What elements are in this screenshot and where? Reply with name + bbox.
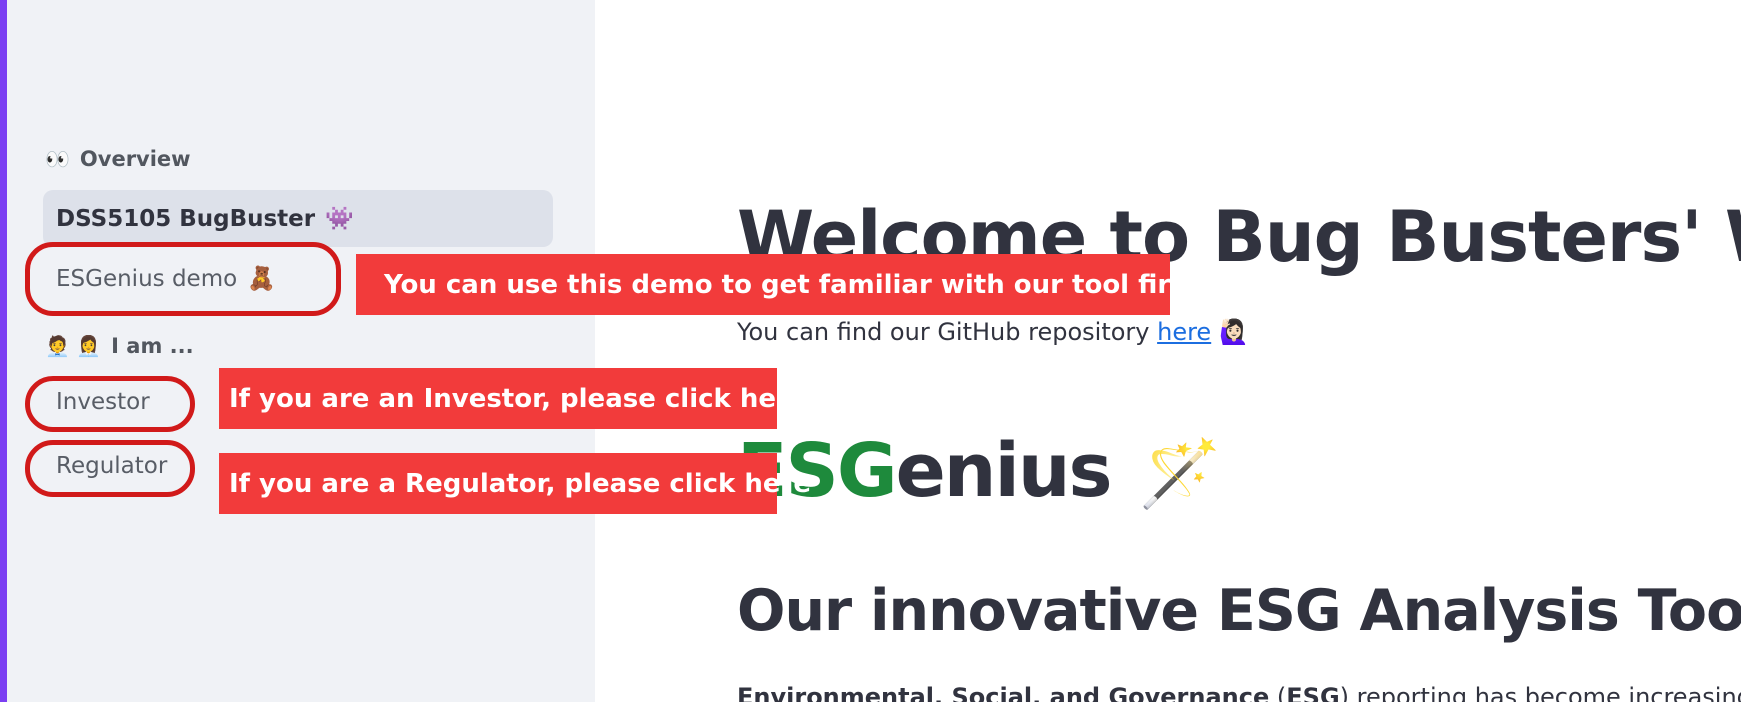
nav-item-label: Regulator <box>56 453 168 479</box>
nav-item-investor[interactable]: Investor <box>56 389 150 415</box>
nav-item-dss5105-bugbuster[interactable]: DSS5105 BugBuster 👾 <box>43 190 553 247</box>
magic-wand-icon: 🪄 <box>1138 435 1221 512</box>
nav-item-regulator[interactable]: Regulator <box>56 453 167 479</box>
nav-item-label: Investor <box>56 389 150 415</box>
section-heading-text: Our innovative ESG Analysis Tool <box>737 578 1741 644</box>
raising-hand-icon: 🙋🏻‍♀️ <box>1219 318 1250 346</box>
nav-item-esgenius-demo[interactable]: ESGenius demo 🧸 <box>56 265 276 293</box>
eyes-icon: 👀 <box>45 147 70 171</box>
app-window: 👀 Overview DSS5105 BugBuster 👾 ESGenius … <box>0 0 1741 702</box>
nav-section-i-am-label: I am ... <box>111 334 194 358</box>
alien-monster-icon: 👾 <box>325 206 354 232</box>
callout-investor: If you are an Investor, please click her… <box>219 368 806 429</box>
intro-mid: ( <box>1269 683 1287 702</box>
sidebar: 👀 Overview DSS5105 BugBuster 👾 ESGenius … <box>7 0 595 702</box>
brand-rest: enius <box>895 428 1113 514</box>
teddy-bear-icon: 🧸 <box>247 266 276 292</box>
nav-section-overview-label: Overview <box>79 147 191 171</box>
nav-section-overview: 👀 Overview <box>45 147 191 171</box>
intro-bold: Environmental, Social, and Governance <box>737 683 1270 702</box>
github-repo-link[interactable]: here <box>1157 318 1211 346</box>
office-workers-icon: 🧑‍💼 👩‍💼 <box>45 334 102 358</box>
repo-line: You can find our GitHub repository here 🙋… <box>737 318 1249 346</box>
section-heading: Our innovative ESG Analysis Tool📊 <box>737 578 1741 644</box>
intro-bold2: ESG <box>1286 683 1340 702</box>
nav-item-label: ESGenius demo <box>56 265 238 292</box>
callout-demo: You can use this demo to get familiar wi… <box>356 254 1198 315</box>
nav-section-i-am: 🧑‍💼 👩‍💼 I am ... <box>45 334 194 358</box>
callout-regulator: If you are a Regulator, please click her… <box>219 453 811 514</box>
repo-line-text: You can find our GitHub repository <box>737 318 1158 346</box>
intro-paragraph: Environmental, Social, and Governance (E… <box>737 683 1741 702</box>
window-border <box>0 0 7 702</box>
intro-rest: ) reporting has become increasingly cru <box>1339 683 1741 702</box>
nav-item-label: DSS5105 BugBuster <box>56 205 316 232</box>
